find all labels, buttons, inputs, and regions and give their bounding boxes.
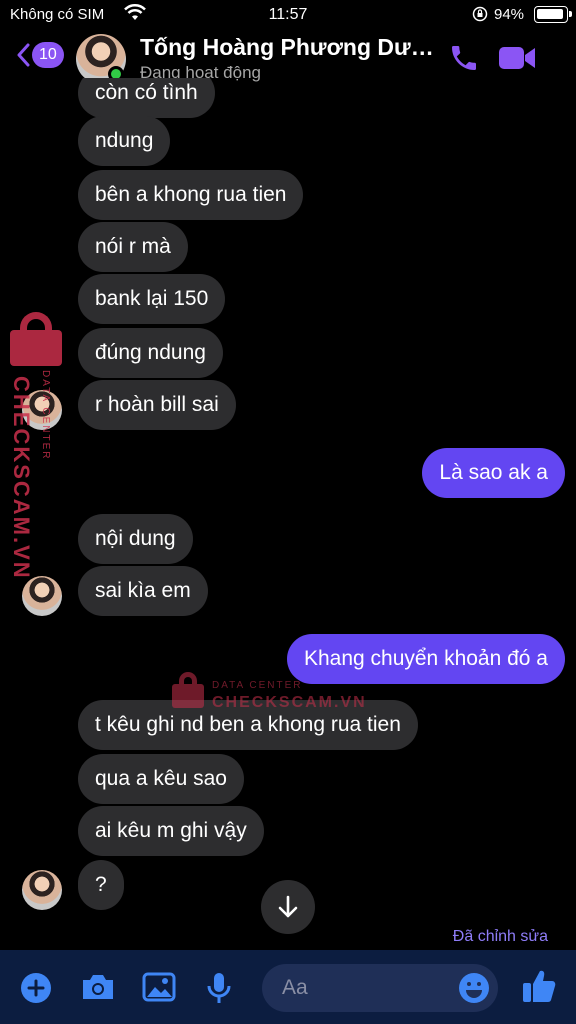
- chevron-left-icon: [17, 43, 30, 67]
- voice-button[interactable]: [206, 972, 232, 1009]
- incoming-message[interactable]: bank lại 150: [78, 274, 226, 324]
- status-bar: Không có SIM 11:57 94%: [0, 0, 576, 30]
- camera-button[interactable]: [80, 972, 116, 1007]
- arrow-down-icon: [278, 895, 298, 918]
- incoming-message[interactable]: ?: [78, 860, 124, 910]
- incoming-message[interactable]: nói r mà: [78, 222, 188, 272]
- battery-percent: 94%: [494, 6, 525, 23]
- sender-avatar[interactable]: [22, 576, 62, 616]
- video-call-button[interactable]: [498, 44, 536, 77]
- unread-badge: 10: [32, 42, 64, 68]
- emoji-icon: [459, 973, 489, 1003]
- incoming-message[interactable]: qua a kêu sao: [78, 754, 244, 804]
- sender-avatar[interactable]: [22, 390, 62, 430]
- incoming-message[interactable]: nội dung: [78, 514, 193, 564]
- battery-icon: [534, 6, 572, 23]
- rotation-lock-icon: [472, 6, 488, 26]
- incoming-message[interactable]: bên a khong rua tien: [78, 170, 304, 220]
- camera-icon: [83, 975, 113, 999]
- phone-icon: [452, 46, 476, 70]
- plus-button[interactable]: [20, 972, 52, 1009]
- emoji-button[interactable]: [458, 972, 490, 1009]
- outgoing-message[interactable]: Là sao ak a: [422, 448, 565, 498]
- scroll-to-bottom-button[interactable]: [261, 880, 315, 934]
- incoming-message[interactable]: còn có tình: [78, 78, 215, 118]
- clock: 11:57: [268, 6, 308, 23]
- outgoing-message[interactable]: Khang chuyển khoản đó a: [286, 634, 565, 684]
- composer-bar: Aa: [0, 950, 576, 1024]
- microphone-icon: [207, 973, 231, 1003]
- incoming-message[interactable]: t kêu ghi nd ben a khong rua tien: [78, 700, 418, 750]
- back-button[interactable]: 10: [16, 42, 64, 68]
- incoming-message[interactable]: đúng ndung: [78, 328, 223, 378]
- thumbs-up-icon: [523, 970, 556, 1002]
- gallery-button[interactable]: [142, 972, 176, 1007]
- edited-label: Đã chỉnh sửa: [452, 928, 548, 945]
- incoming-message[interactable]: ndung: [78, 116, 171, 166]
- contact-name[interactable]: Tống Hoàng Phương Dươ...: [140, 34, 440, 61]
- phone-call-button[interactable]: [448, 42, 480, 79]
- message-input[interactable]: Aa: [262, 964, 498, 1012]
- message-list[interactable]: còn có tình ndung bên a khong rua tien nói …: [0, 78, 576, 948]
- like-button[interactable]: [522, 968, 556, 1009]
- plus-icon: [21, 973, 51, 1003]
- video-camera-icon: [499, 47, 535, 69]
- incoming-message[interactable]: ai kêu m ghi vậy: [78, 806, 264, 856]
- message-input-placeholder: Aa: [282, 976, 308, 999]
- incoming-message[interactable]: r hoàn bill sai: [78, 380, 236, 430]
- image-icon: [142, 972, 176, 1002]
- incoming-message[interactable]: sai kìa em: [78, 566, 208, 616]
- sender-avatar[interactable]: [22, 870, 62, 910]
